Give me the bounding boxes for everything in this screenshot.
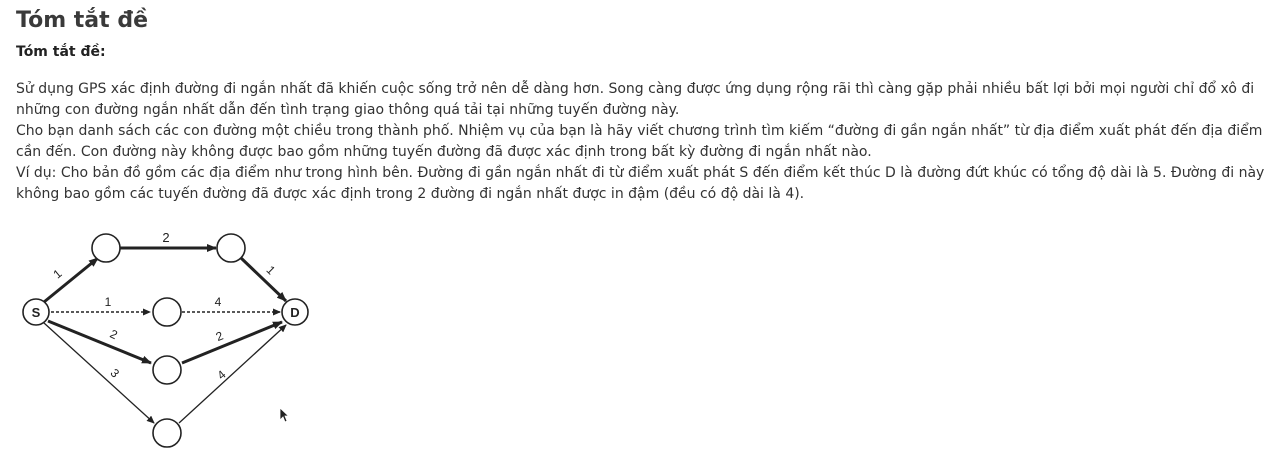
mouse-cursor-icon bbox=[279, 407, 289, 423]
node-d-label: D bbox=[290, 305, 299, 320]
page-title: Tóm tắt đề bbox=[16, 8, 148, 33]
node-s-label: S bbox=[32, 305, 41, 320]
edge-bottom-d bbox=[178, 324, 287, 424]
graph-diagram: S D 1 2 1 1 4 2 2 3 4 bbox=[22, 230, 309, 448]
weight-s-top: 1 bbox=[50, 266, 64, 281]
node-top-right bbox=[216, 233, 246, 263]
node-bottom bbox=[152, 418, 182, 448]
weight-top-d: 1 bbox=[264, 263, 279, 278]
edge-s-top-left bbox=[43, 256, 99, 304]
section-subheading: Tóm tắt đề: bbox=[16, 44, 106, 60]
paragraph-intro: Sử dụng GPS xác định đường đi ngắn nhất … bbox=[16, 81, 1255, 118]
paragraph-example: Ví dụ: Cho bản đồ gồm các địa điểm như t… bbox=[16, 165, 1265, 202]
weight-s-bottom: 3 bbox=[108, 366, 123, 381]
edge-s-low bbox=[47, 319, 152, 365]
node-low bbox=[152, 355, 182, 385]
weight-top-top: 2 bbox=[162, 230, 169, 245]
edge-top-right-d bbox=[239, 256, 288, 303]
weight-s-mid: 1 bbox=[105, 295, 112, 309]
problem-statement: Sử dụng GPS xác định đường đi ngắn nhất … bbox=[16, 79, 1266, 205]
node-mid bbox=[152, 297, 182, 327]
weight-s-low: 2 bbox=[108, 327, 120, 343]
paragraph-task: Cho bạn danh sách các con đường một chiề… bbox=[16, 123, 1263, 160]
node-top-left bbox=[91, 233, 121, 263]
edge-s-bottom bbox=[43, 322, 155, 424]
weight-mid-d: 4 bbox=[215, 295, 222, 309]
weight-low-d: 2 bbox=[214, 328, 226, 344]
